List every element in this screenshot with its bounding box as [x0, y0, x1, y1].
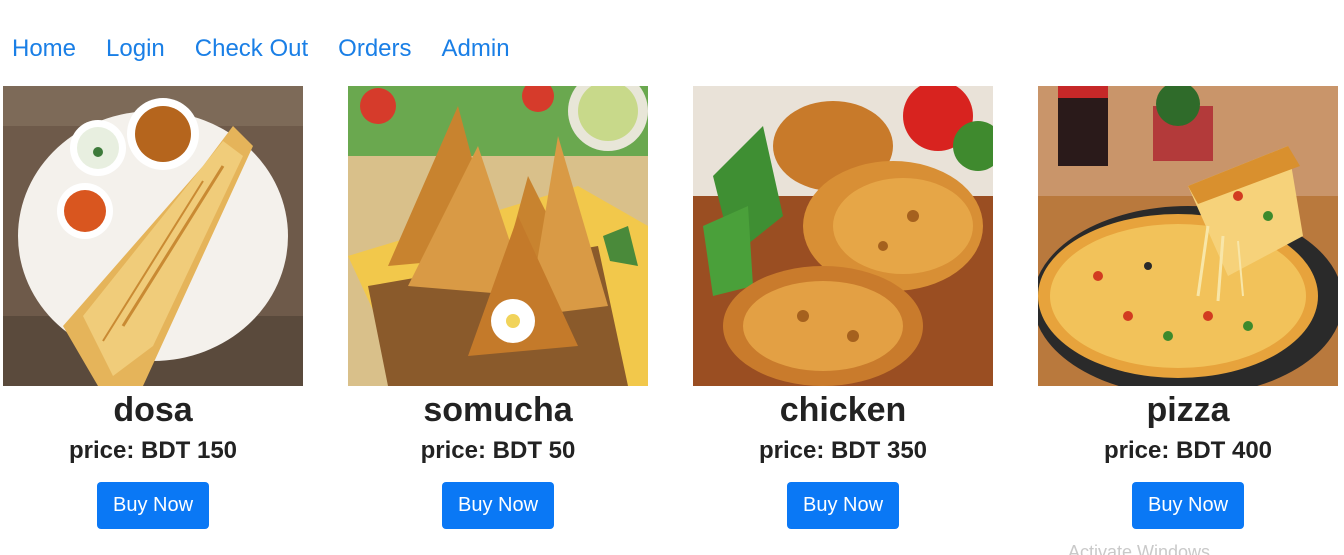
activate-windows-watermark: Activate Windows: [1068, 542, 1211, 555]
product-price: price: BDT 350: [758, 437, 928, 464]
buy-now-button[interactable]: Buy Now: [441, 482, 555, 529]
product-name: chicken: [779, 391, 907, 429]
samosa-photo: [348, 86, 648, 386]
product-price: price: BDT 50: [420, 437, 576, 464]
nav-link-admin[interactable]: Admin: [442, 30, 510, 68]
product-card-somucha: somucha price: BDT 50 Buy Now: [348, 86, 648, 529]
product-card-chicken: chicken price: BDT 350 Buy Now: [693, 86, 993, 529]
buy-now-button[interactable]: Buy Now: [1131, 482, 1245, 529]
product-price: price: BDT 400: [1103, 437, 1273, 464]
product-price: price: BDT 150: [68, 437, 238, 464]
nav-link-checkout[interactable]: Check Out: [195, 30, 308, 68]
pizza-photo: [1038, 86, 1338, 386]
product-card-dosa: dosa price: BDT 150 Buy Now: [3, 86, 303, 529]
product-name: somucha: [423, 391, 573, 429]
nav-link-home[interactable]: Home: [12, 30, 76, 68]
product-card-pizza: pizza price: BDT 400 Buy Now: [1038, 86, 1338, 529]
nav-link-orders[interactable]: Orders: [338, 30, 411, 68]
fried-chicken-photo: [693, 86, 993, 386]
product-name: pizza: [1146, 391, 1230, 429]
buy-now-button[interactable]: Buy Now: [786, 482, 900, 529]
dosa-photo: [3, 86, 303, 386]
product-name: dosa: [113, 391, 193, 429]
nav-link-login[interactable]: Login: [106, 30, 165, 68]
main-nav: Home Login Check Out Orders Admin: [12, 30, 540, 68]
buy-now-button[interactable]: Buy Now: [96, 482, 210, 529]
